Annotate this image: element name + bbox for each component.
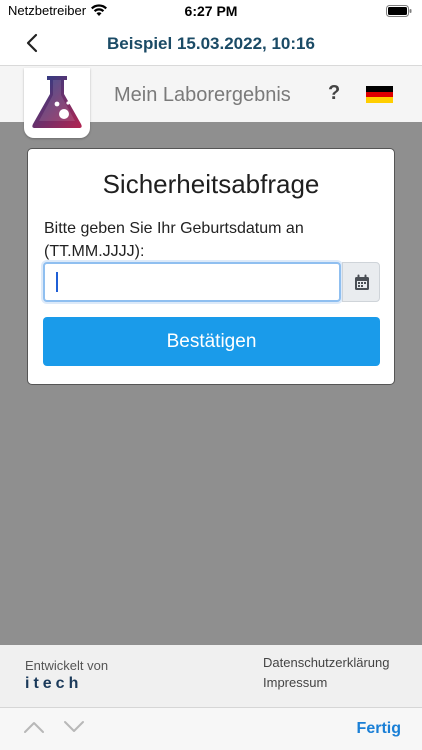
imprint-link[interactable]: Impressum — [263, 675, 327, 690]
calendar-icon — [355, 274, 369, 290]
german-flag-icon[interactable] — [366, 86, 393, 103]
chevron-down-icon[interactable] — [63, 720, 85, 734]
birthdate-label: Bitte geben Sie Ihr Geburtsdatum an (TT.… — [44, 220, 304, 260]
privacy-link[interactable]: Datenschutzerklärung — [263, 655, 389, 670]
footer: Entwickelt von itech Datenschutzerklärun… — [0, 645, 422, 707]
help-icon[interactable]: ? — [328, 82, 340, 105]
developed-by-label: Entwickelt von — [25, 658, 109, 673]
text-cursor — [56, 272, 58, 292]
flask-logo-icon — [32, 76, 82, 128]
clock: 6:27 PM — [184, 3, 238, 19]
status-bar: Netzbetreiber 6:27 PM — [0, 0, 422, 24]
back-chevron-icon[interactable] — [22, 32, 44, 54]
birthdate-input[interactable] — [43, 262, 341, 302]
calendar-button[interactable] — [342, 262, 380, 302]
chevron-up-icon[interactable] — [23, 720, 45, 734]
developer-logo[interactable]: itech — [25, 675, 82, 693]
confirm-button[interactable]: Bestätigen — [43, 317, 380, 366]
keyboard-toolbar: Fertig — [0, 707, 422, 750]
app-logo — [24, 68, 90, 138]
security-dialog: Sicherheitsabfrage Bitte geben Sie Ihr G… — [27, 148, 395, 385]
nav-bar: Beispiel 15.03.2022, 10:16 — [0, 24, 422, 66]
done-button[interactable]: Fertig — [357, 720, 401, 738]
app-title: Mein Laborergebnis — [114, 84, 291, 106]
dialog-title: Sicherheitsabfrage — [102, 169, 320, 199]
nav-title: Beispiel 15.03.2022, 10:16 — [107, 34, 315, 53]
battery-icon — [386, 5, 412, 17]
